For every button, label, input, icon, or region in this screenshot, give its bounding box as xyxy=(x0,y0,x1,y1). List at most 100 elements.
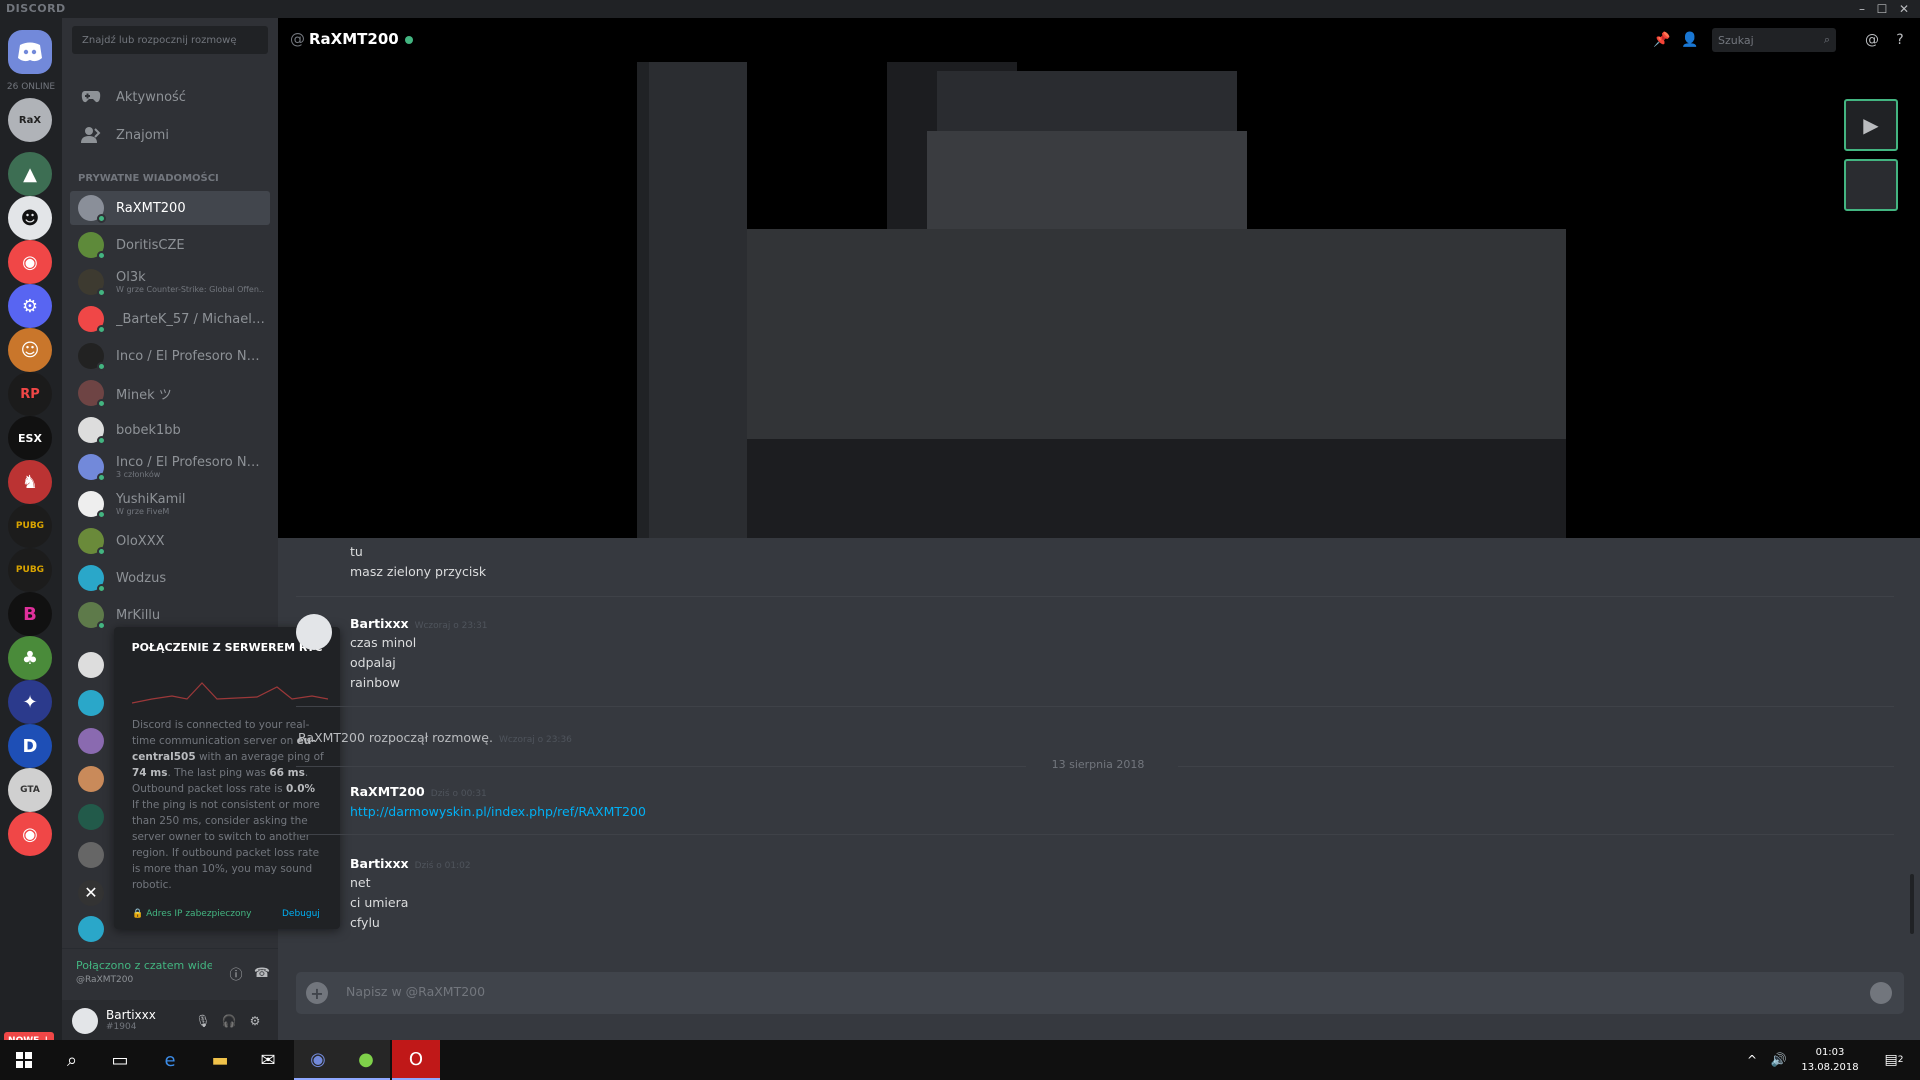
guild-icon[interactable]: ♣ xyxy=(8,636,52,680)
guild-icon[interactable]: ▲ xyxy=(8,152,52,196)
guild-icon[interactable]: ◉ xyxy=(8,240,52,284)
discord-logo-icon xyxy=(18,42,42,62)
dm-item[interactable]: Ol3k W grze Counter-Strike: Global Offen.… xyxy=(70,265,270,299)
avatar[interactable] xyxy=(78,842,104,868)
message-text: czas minol xyxy=(350,635,417,650)
app-taskbar-icon[interactable]: ● xyxy=(342,1040,390,1080)
gear-icon[interactable]: ⚙ xyxy=(246,1012,264,1030)
dm-name: MrKillu xyxy=(116,607,161,623)
user-panel: Bartixxx #1904 🎙 🎧 ⚙ xyxy=(62,1000,278,1040)
maximize-button[interactable]: ☐ xyxy=(1874,1,1890,17)
discord-taskbar-icon[interactable]: ◉ xyxy=(294,1040,342,1080)
guild-icon[interactable]: ☺ xyxy=(8,328,52,372)
volume-icon[interactable]: 🔊 xyxy=(1764,1040,1794,1080)
avatar xyxy=(78,528,106,556)
start-button[interactable] xyxy=(0,1040,48,1080)
guild-icon[interactable]: GTA xyxy=(8,768,52,812)
status-icon xyxy=(97,399,106,408)
message-link[interactable]: http://darmowyskin.pl/index.php/ref/RAXM… xyxy=(350,804,646,819)
voice-connection-panel: Połączono z czatem wideo @RaXMT200 ⓘ ☎ xyxy=(62,948,278,1000)
guild-icon[interactable]: D xyxy=(8,724,52,768)
guild-icon[interactable]: RP xyxy=(8,372,52,416)
avatar xyxy=(78,343,106,371)
guild-icon[interactable]: ♞ xyxy=(8,460,52,504)
avatar[interactable]: ✕ xyxy=(78,880,104,906)
find-conversation-input[interactable]: Znajdź lub rozpocznij rozmowę xyxy=(72,26,268,54)
mail-icon[interactable]: ✉ xyxy=(244,1040,292,1080)
dm-item[interactable]: Inco / El Profesoro Narco xyxy=(70,339,270,373)
notification-icon[interactable]: ▤ 2 xyxy=(1870,1040,1918,1080)
avatar[interactable] xyxy=(78,728,104,754)
home-button[interactable] xyxy=(8,30,52,74)
nav-activity[interactable]: Aktywność xyxy=(70,80,270,114)
dm-item[interactable]: bobek1bb xyxy=(70,413,270,447)
avatar xyxy=(78,195,106,223)
avatar[interactable] xyxy=(78,690,104,716)
task-view-icon[interactable]: ▭ xyxy=(96,1040,144,1080)
avatar[interactable] xyxy=(78,766,104,792)
dm-name: YushiKamil xyxy=(116,492,186,507)
avatar[interactable] xyxy=(296,614,332,650)
scrollbar[interactable] xyxy=(1910,874,1914,934)
guild-bar: 26 ONLINE RaX ▲ ☻ ◉ ⚙ ☺ RP ESX ♞ PUBG PU… xyxy=(0,18,62,1050)
avatar[interactable] xyxy=(72,1008,98,1034)
dm-item[interactable]: RaXMT200 xyxy=(70,191,270,225)
dm-item[interactable]: Minek ツ xyxy=(70,376,270,410)
guild-icon[interactable]: RaX xyxy=(8,98,52,142)
dm-item[interactable]: _BarteK_57 / Michael M... xyxy=(70,302,270,336)
emoji-icon[interactable] xyxy=(1870,982,1892,1004)
stream-preview-thumbnail[interactable] xyxy=(1844,159,1898,211)
mention-icon[interactable]: @ xyxy=(1862,30,1882,50)
search-input[interactable]: Szukaj ⌕ xyxy=(1712,28,1836,52)
message-text: odpalaj xyxy=(350,655,396,670)
dm-name: Ol3k xyxy=(116,270,146,285)
info-icon[interactable]: ⓘ xyxy=(226,963,246,983)
guild-icon[interactable]: ✦ xyxy=(8,680,52,724)
minimize-button[interactable]: – xyxy=(1854,1,1870,17)
dm-item[interactable]: YushiKamil W grze FiveM xyxy=(70,487,270,521)
dm-item[interactable]: Wodzus xyxy=(70,561,270,595)
opera-icon[interactable]: O xyxy=(392,1040,440,1080)
message-input[interactable]: + Napisz w @RaXMT200 xyxy=(296,972,1904,1014)
avatar xyxy=(78,491,106,519)
dm-item[interactable]: Inco / El Profesoro Narc... 3 członków xyxy=(70,450,270,484)
upload-button[interactable]: + xyxy=(306,982,328,1004)
message-text: tu xyxy=(350,544,363,559)
search-taskbar-icon[interactable]: ⌕ xyxy=(48,1040,96,1080)
file-explorer-icon[interactable]: ▬ xyxy=(196,1040,244,1080)
guild-icon[interactable]: PUBG xyxy=(8,548,52,592)
guild-icon[interactable]: ◉ xyxy=(8,812,52,856)
clock[interactable]: 01:03 13.08.2018 xyxy=(1800,1045,1860,1075)
edge-icon[interactable]: e xyxy=(146,1040,194,1080)
message-author[interactable]: RaXMT200 Dziś o 00:31 xyxy=(350,784,487,799)
private-messages-header: PRYWATNE WIADOMOŚCI xyxy=(78,173,219,184)
camera-toggle[interactable]: ▶ xyxy=(1844,99,1898,151)
guild-icon[interactable]: PUBG xyxy=(8,504,52,548)
channel-header: @ RaXMT200 📌 👤 Szukaj ⌕ @ ? xyxy=(278,18,1920,62)
guild-icon[interactable]: ESX xyxy=(8,416,52,460)
disconnect-icon[interactable]: ☎ xyxy=(252,963,272,983)
avatar[interactable] xyxy=(78,916,104,942)
voice-status[interactable]: Połączono z czatem wideo xyxy=(76,959,212,972)
guild-icon[interactable]: ☻ xyxy=(8,196,52,240)
dm-item[interactable]: OloXXX xyxy=(70,524,270,558)
help-icon[interactable]: ? xyxy=(1890,30,1910,50)
microphone-icon[interactable]: 🎙 xyxy=(194,1012,212,1030)
avatar[interactable] xyxy=(78,652,104,678)
avatar[interactable] xyxy=(78,804,104,830)
message-author[interactable]: Bartixxx Dziś o 01:02 xyxy=(350,856,471,871)
close-button[interactable]: ✕ xyxy=(1896,1,1912,17)
add-friend-icon[interactable]: 👤 xyxy=(1680,30,1700,50)
guild-icon[interactable]: B xyxy=(8,592,52,636)
guild-icon[interactable]: ⚙ xyxy=(8,284,52,328)
dm-subtext: W grze Counter-Strike: Global Offen.. xyxy=(116,285,265,294)
message-author[interactable]: Bartixxx Wczoraj o 23:31 xyxy=(350,616,488,631)
tray-chevron-icon[interactable]: ^ xyxy=(1740,1040,1764,1080)
dm-item[interactable]: DoritisCZE xyxy=(70,228,270,262)
video-stage[interactable]: ▶ xyxy=(278,18,1920,538)
dm-name: Wodzus xyxy=(116,570,167,586)
dm-name: _BarteK_57 / Michael M... xyxy=(116,311,266,327)
pin-icon[interactable]: 📌 xyxy=(1652,30,1672,50)
nav-friends[interactable]: Znajomi xyxy=(70,118,270,152)
headphones-icon[interactable]: 🎧 xyxy=(220,1012,238,1030)
